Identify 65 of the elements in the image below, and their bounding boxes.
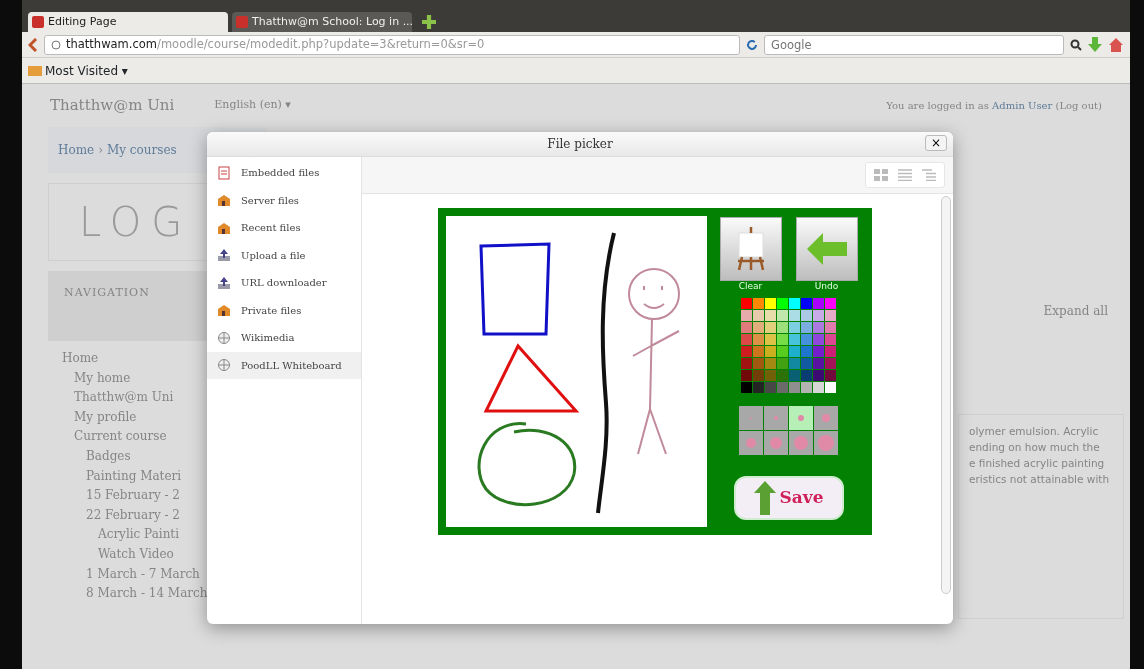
site-icon [236, 16, 248, 28]
repository-item[interactable]: URL downloader [207, 269, 361, 297]
breadcrumb-separator: › [98, 142, 103, 157]
globe-icon [51, 39, 61, 50]
brush-size-picker[interactable] [738, 406, 839, 456]
button-caption: Clear [738, 281, 763, 292]
button-caption: Undo [814, 281, 839, 292]
repository-item[interactable]: Recent files [207, 214, 361, 242]
breadcrumb-link[interactable]: Home [58, 142, 95, 157]
description-text: e finished acrylic painting [969, 456, 1106, 471]
navigation-item[interactable]: Home [62, 351, 99, 365]
bookmark-menu[interactable]: Most Visited ▾ [45, 63, 128, 78]
easel-icon [735, 227, 766, 271]
repository-item[interactable]: Wikimedia [207, 324, 361, 352]
description-text: olymer emulsion. Acrylic [969, 424, 1100, 439]
back-icon[interactable] [28, 37, 38, 52]
site-name[interactable]: Thatthw@m Uni [50, 94, 175, 117]
repository-item[interactable]: Server files [207, 186, 361, 214]
up-arrow-icon [753, 481, 776, 515]
globe-icon [217, 358, 231, 373]
search-field[interactable]: Google [764, 34, 1064, 55]
repository-item[interactable]: Upload a file [207, 241, 361, 269]
navigation-item[interactable]: Thatthw@m Uni [74, 390, 174, 405]
login-info: You are logged in as Admin User (Log out) [886, 98, 1102, 113]
reload-icon[interactable] [746, 38, 758, 51]
scrollbar[interactable] [941, 196, 951, 594]
dialog-title: File picker [547, 136, 613, 153]
browser-tab[interactable]: Editing Page [28, 12, 228, 32]
navigation-item[interactable]: Painting Materi [86, 468, 182, 483]
clear-button[interactable] [719, 217, 782, 281]
save-button[interactable]: Save [733, 476, 844, 520]
navigation-item[interactable]: 15 February - 2 [86, 488, 180, 503]
navigation-item[interactable]: Current course [74, 429, 167, 444]
download-icon[interactable] [1088, 36, 1102, 53]
undo-button[interactable] [795, 217, 858, 281]
home-icon[interactable] [1108, 36, 1124, 53]
color-palette[interactable] [740, 298, 837, 394]
repository-item[interactable]: PoodLL Whiteboard [207, 351, 361, 379]
navigation-item[interactable]: 1 March - 7 March [86, 566, 200, 581]
navigation-item[interactable]: Badges [86, 448, 131, 463]
globe-icon [217, 330, 231, 345]
close-button[interactable]: × [925, 135, 947, 151]
left-arrow-icon [806, 233, 847, 265]
navigation-item[interactable]: My profile [74, 409, 137, 424]
navigation-item[interactable]: 8 March - 14 March [86, 586, 208, 601]
repository-item[interactable]: Private files [207, 296, 361, 324]
search-icon[interactable] [1070, 38, 1082, 51]
browser-tab[interactable]: Thatthw@m School: Log in ... [232, 12, 412, 32]
language-menu[interactable]: English (en) ▾ [214, 97, 291, 114]
navigation-item[interactable]: Acrylic Painti [98, 527, 180, 542]
navigation-item[interactable]: 22 February - 2 [86, 507, 180, 522]
upload-icon [217, 275, 231, 290]
description-editor[interactable]: olymer emulsion. Acrylic ending on how much the e finished acrylic painting eristics not attainable with [958, 414, 1124, 619]
description-text: ending on how much the [969, 440, 1101, 455]
repository-item[interactable]: Embedded files [207, 159, 361, 187]
breadcrumb-link[interactable]: My courses [107, 142, 177, 157]
upload-icon [217, 248, 231, 263]
block-title: NAVIGATION [64, 285, 150, 299]
expand-all-link[interactable]: Expand all [1043, 302, 1108, 320]
navigation-item[interactable]: My home [74, 370, 131, 385]
site-icon [32, 16, 44, 28]
navigation-item[interactable]: Watch Video [98, 546, 174, 561]
document-icon [217, 165, 231, 180]
description-text: eristics not attainable with [969, 472, 1111, 487]
address-bar[interactable]: thatthwam.com/moodle/course/modedit.php?update=3&return=0&sr=0 [44, 34, 740, 55]
